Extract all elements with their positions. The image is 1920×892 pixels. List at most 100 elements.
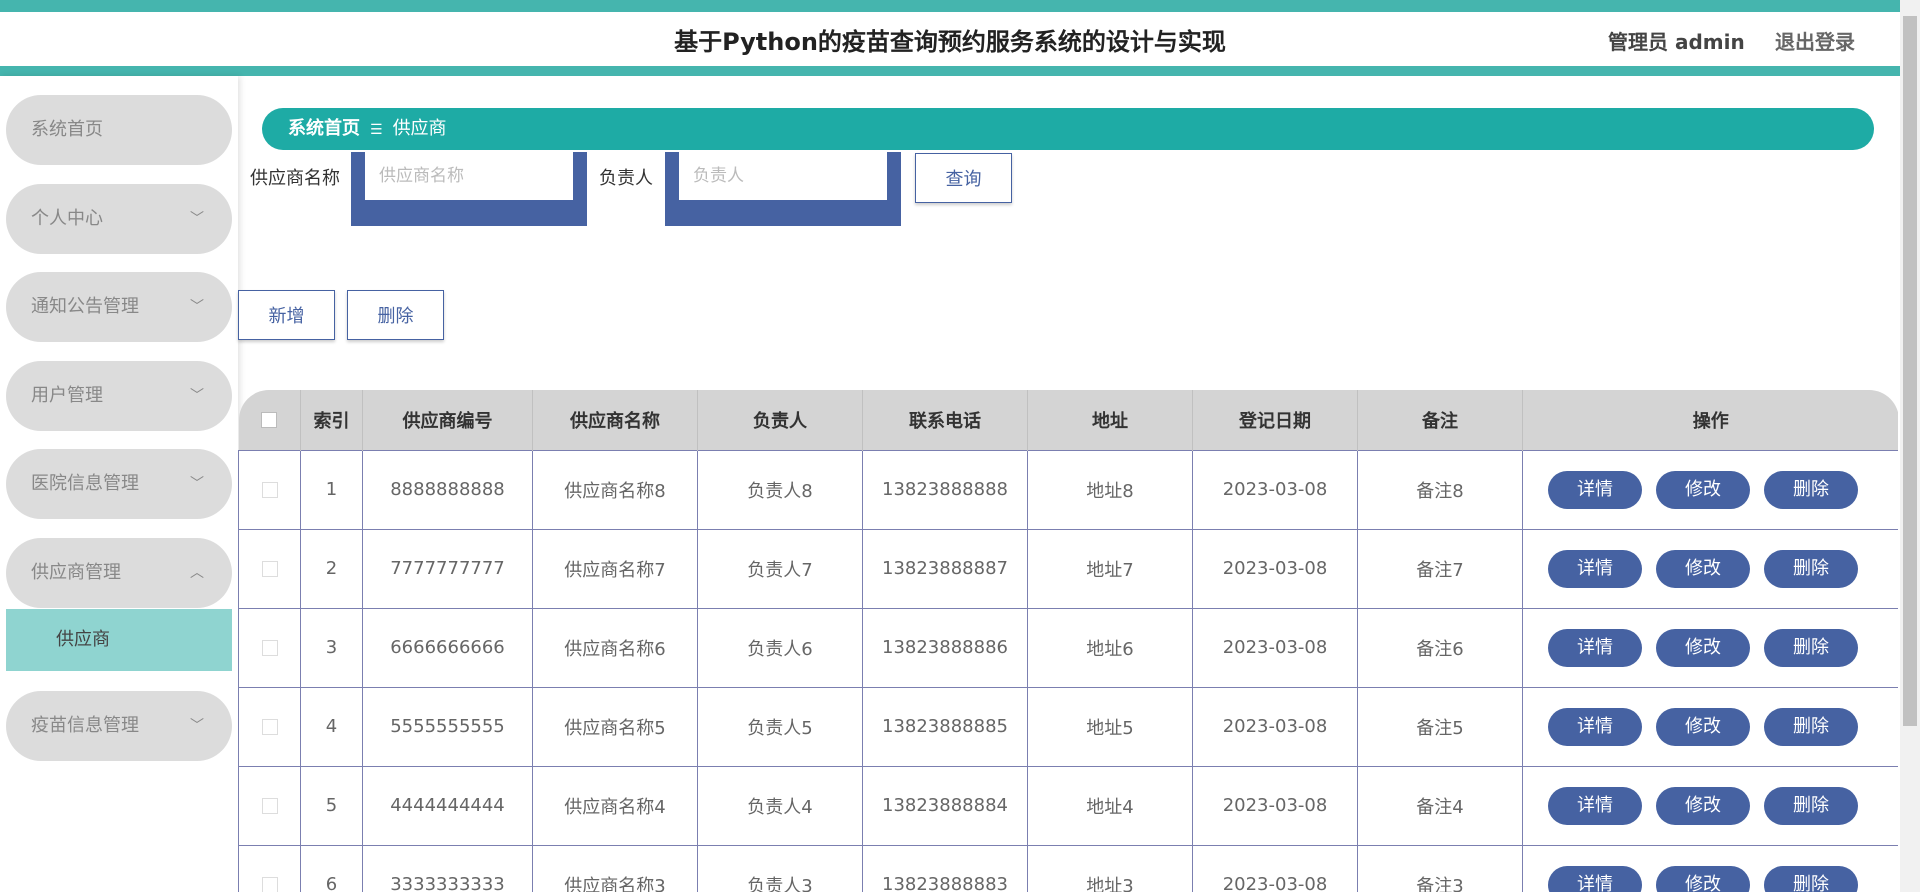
cell-name: 供应商名称4 (532, 765, 698, 846)
supplier-name-input[interactable] (365, 152, 573, 200)
sidebar-item-label: 系统首页 (31, 119, 103, 140)
row-select-cell (238, 686, 301, 767)
cell-actions: 详情 修改 删除 (1522, 449, 1898, 530)
chevron-down-icon: ﹀ (190, 476, 204, 492)
cell-name: 供应商名称7 (532, 528, 698, 609)
cell-date: 2023-03-08 (1192, 844, 1358, 892)
detail-button[interactable]: 详情 (1548, 470, 1642, 509)
query-button[interactable]: 查询 (915, 153, 1012, 203)
cell-address: 地址7 (1027, 528, 1193, 609)
page-scrollbar[interactable] (1900, 0, 1920, 892)
cell-phone: 13823888888 (862, 449, 1028, 530)
breadcrumb-home[interactable]: 系统首页 (288, 118, 360, 139)
cell-index: 5 (300, 765, 363, 846)
table-row: 2 7777777777 供应商名称7 负责人7 13823888887 地址7… (238, 528, 1898, 609)
column-header: 索引 (300, 390, 363, 450)
cell-person: 负责人3 (697, 844, 863, 892)
cell-note: 备注8 (1357, 449, 1523, 530)
chevron-up-icon: ︿ (190, 565, 204, 581)
sidebar-item-label: 供应商管理 (31, 562, 121, 583)
cell-person: 负责人4 (697, 765, 863, 846)
column-header: 联系电话 (862, 390, 1028, 450)
cell-phone: 13823888886 (862, 607, 1028, 688)
delete-button[interactable]: 删除 (1764, 786, 1858, 825)
supplier-table: 索引 供应商编号 供应商名称 负责人 联系电话 地址 登记日期 备注 操作 1 … (238, 390, 1898, 892)
cell-code: 4444444444 (362, 765, 533, 846)
detail-button[interactable]: 详情 (1548, 786, 1642, 825)
sidebar-item-supplier-management[interactable]: 供应商管理 ︿ (6, 538, 232, 608)
cell-date: 2023-03-08 (1192, 765, 1358, 846)
cell-address: 地址8 (1027, 449, 1193, 530)
row-checkbox[interactable] (261, 877, 278, 892)
cell-code: 6666666666 (362, 607, 533, 688)
delete-button[interactable]: 删除 (1764, 628, 1858, 667)
column-header: 登记日期 (1192, 390, 1358, 450)
row-checkbox[interactable] (261, 719, 278, 735)
detail-button[interactable]: 详情 (1548, 628, 1642, 667)
cell-address: 地址3 (1027, 844, 1193, 892)
cell-code: 3333333333 (362, 844, 533, 892)
detail-button[interactable]: 详情 (1548, 865, 1642, 892)
cell-actions: 详情 修改 删除 (1522, 607, 1898, 688)
cell-note: 备注4 (1357, 765, 1523, 846)
edit-button[interactable]: 修改 (1656, 707, 1750, 746)
row-checkbox[interactable] (261, 798, 278, 814)
table-row: 3 6666666666 供应商名称6 负责人6 13823888886 地址6… (238, 607, 1898, 688)
sidebar-item-label: 个人中心 (31, 208, 103, 229)
edit-button[interactable]: 修改 (1656, 470, 1750, 509)
delete-button[interactable]: 删除 (1764, 707, 1858, 746)
table-row: 1 8888888888 供应商名称8 负责人8 13823888888 地址8… (238, 449, 1898, 530)
logout-link[interactable]: 退出登录 (1775, 26, 1855, 55)
delete-button[interactable]: 删除 (1764, 549, 1858, 588)
sidebar-item-label: 医院信息管理 (31, 473, 139, 494)
row-checkbox[interactable] (261, 561, 278, 577)
row-checkbox[interactable] (261, 640, 278, 656)
sidebar-item-label: 用户管理 (31, 385, 103, 406)
add-button[interactable]: 新增 (238, 290, 335, 340)
chevron-down-icon: ﹀ (190, 299, 204, 315)
row-select-cell (238, 607, 301, 688)
cell-person: 负责人5 (697, 686, 863, 767)
batch-delete-button[interactable]: 删除 (347, 290, 444, 340)
cell-actions: 详情 修改 删除 (1522, 844, 1898, 892)
cell-date: 2023-03-08 (1192, 686, 1358, 767)
cell-name: 供应商名称6 (532, 607, 698, 688)
sidebar-item-personal-center[interactable]: 个人中心 ﹀ (6, 184, 232, 254)
sidebar-item-user-management[interactable]: 用户管理 ﹀ (6, 361, 232, 431)
cell-phone: 13823888887 (862, 528, 1028, 609)
scrollbar-thumb[interactable] (1903, 16, 1917, 726)
cell-note: 备注5 (1357, 686, 1523, 767)
detail-button[interactable]: 详情 (1548, 707, 1642, 746)
person-input[interactable] (679, 152, 887, 200)
cell-phone: 13823888884 (862, 765, 1028, 846)
chevron-down-icon: ﹀ (190, 211, 204, 227)
row-checkbox[interactable] (261, 482, 278, 498)
edit-button[interactable]: 修改 (1656, 786, 1750, 825)
chevron-down-icon: ﹀ (190, 388, 204, 404)
column-header: 负责人 (697, 390, 863, 450)
sidebar-item-hospital-management[interactable]: 医院信息管理 ﹀ (6, 449, 232, 519)
cell-date: 2023-03-08 (1192, 607, 1358, 688)
edit-button[interactable]: 修改 (1656, 628, 1750, 667)
detail-button[interactable]: 详情 (1548, 549, 1642, 588)
sidebar-item-notice-management[interactable]: 通知公告管理 ﹀ (6, 272, 232, 342)
delete-button[interactable]: 删除 (1764, 865, 1858, 892)
cell-note: 备注6 (1357, 607, 1523, 688)
sidebar-item-vaccine-management[interactable]: 疫苗信息管理 ﹀ (6, 691, 232, 761)
person-input-wrap (665, 152, 901, 226)
edit-button[interactable]: 修改 (1656, 865, 1750, 892)
cell-note: 备注3 (1357, 844, 1523, 892)
sidebar-subitem-supplier[interactable]: 供应商 (6, 609, 232, 671)
menu-icon: ☰ (370, 122, 383, 138)
chevron-down-icon: ﹀ (190, 718, 204, 734)
sidebar-item-home[interactable]: 系统首页 (6, 95, 232, 165)
select-all-checkbox[interactable] (261, 412, 278, 429)
cell-name: 供应商名称3 (532, 844, 698, 892)
column-header: 供应商名称 (532, 390, 698, 450)
header-accent-bar (0, 66, 1900, 76)
delete-button[interactable]: 删除 (1764, 470, 1858, 509)
supplier-name-input-wrap (351, 152, 587, 226)
edit-button[interactable]: 修改 (1656, 549, 1750, 588)
table-row: 4 5555555555 供应商名称5 负责人5 13823888885 地址5… (238, 686, 1898, 767)
table-header-row: 索引 供应商编号 供应商名称 负责人 联系电话 地址 登记日期 备注 操作 (238, 390, 1898, 450)
